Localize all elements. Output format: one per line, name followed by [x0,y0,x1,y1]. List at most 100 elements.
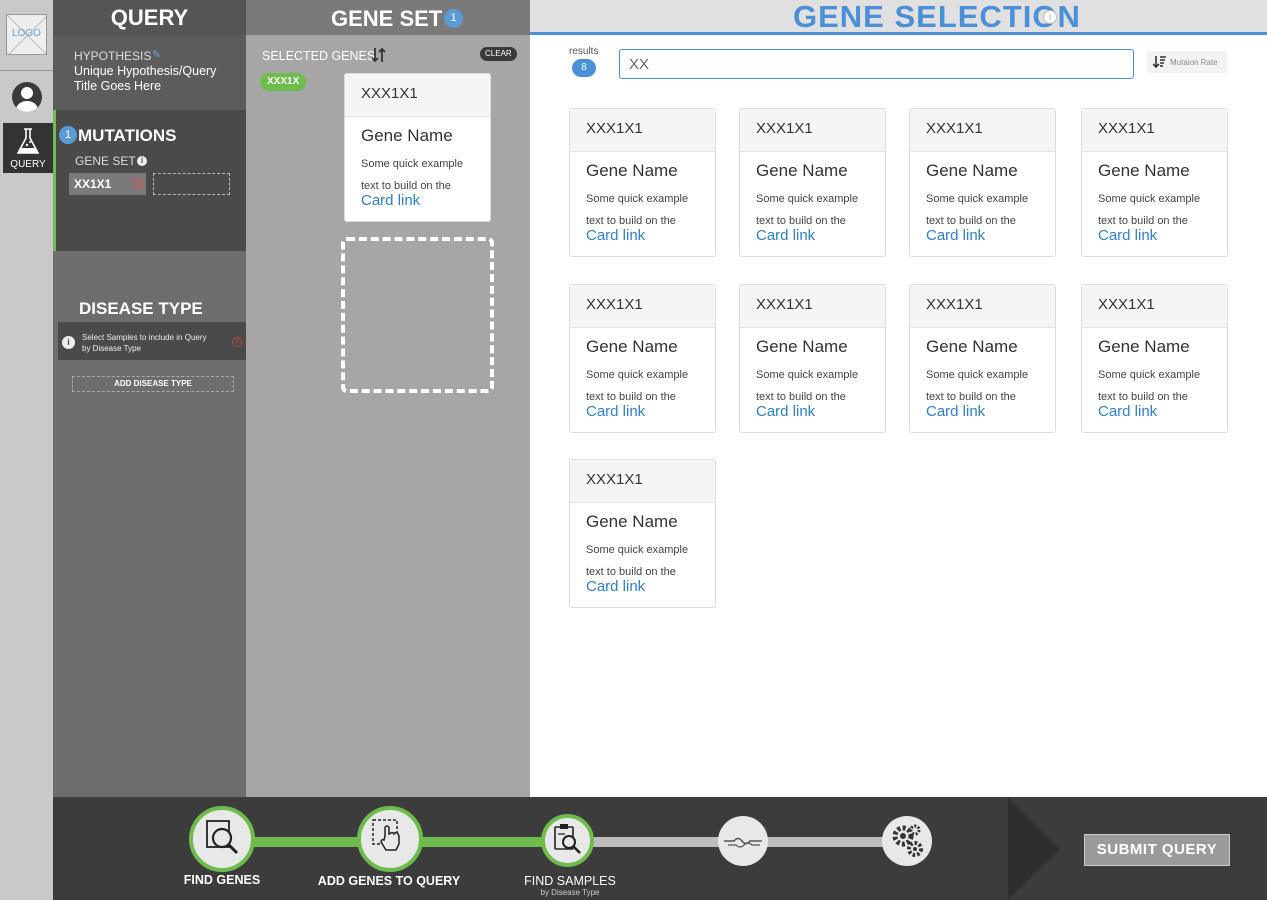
card-text-line: Some quick example [586,193,689,205]
mutations-title: MUTATIONS [78,126,177,145]
sort-icon [1153,56,1166,69]
card-title: Gene Name [586,161,678,180]
card-link[interactable]: Card link [926,403,985,420]
submit-query-button[interactable]: SUBMIT QUERY [1084,834,1230,866]
card-link[interactable]: Card link [756,403,815,420]
card-text-line: text to build on the [756,215,846,227]
gene-set-panel: GENE SET 1 SELECTED GENES CLEAR XXX1X XX… [246,0,530,797]
gene-card[interactable]: XXX1X1 Gene Name Some quick example text to… [569,459,716,608]
info-icon[interactable]: i [137,156,147,166]
gene-card[interactable]: XXX1X1 Gene Name Some quick example text to… [1081,108,1228,257]
card-text-line: Some quick example [1098,193,1201,205]
card-text-line: Some quick example [1098,369,1201,381]
rail-query-label: QUERY [10,159,46,170]
step-label: FIND SAMPLES [524,874,616,888]
card-title: Gene Name [586,512,678,531]
card-text: Some quick example text to build on the [586,364,711,408]
card-header: XXX1X1 [570,109,715,152]
gene-card[interactable]: XXX1X1 Gene Name Some quick example text to… [739,284,886,433]
card-header: XXX1X1 [1082,285,1227,328]
gene-preview-card[interactable]: XXX1X1 Gene Name Some quick example text… [344,73,491,222]
sort-icon[interactable] [372,47,386,63]
step-label: ADD GENES TO QUERY [317,874,461,888]
card-text-line: text to build on the [926,391,1016,403]
gene-set-chip-label: XX1X1 [74,177,112,191]
gene-set-title: GENE SET [331,6,443,31]
card-header: XXX1X1 [570,460,715,503]
card-header: XXX1X1 [910,109,1055,152]
progress-track-complete [420,837,547,847]
card-header: XXX1X1 [345,74,490,117]
card-header: XXX1X1 [570,285,715,328]
card-text-line: Some quick example [926,193,1029,205]
card-text-line: text to build on the [586,566,676,578]
card-text-line: Some quick example [361,158,464,170]
gene-card[interactable]: XXX1X1 Gene Name Some quick example text to… [1081,284,1228,433]
hypothesis-title: Unique Hypothesis/Query Title Goes Here [74,64,217,93]
selected-gene-chip[interactable]: XXX1X [260,73,307,91]
gene-card[interactable]: XXX1X1 Gene Name Some quick example text to… [909,284,1056,433]
mutations-count-badge: 1 [59,126,77,144]
card-link[interactable]: Card link [1098,403,1157,420]
gene-search-input[interactable] [619,49,1134,79]
card-text-line: text to build on the [586,391,676,403]
step-pipeline[interactable] [718,816,768,866]
step-add-genes[interactable] [357,806,423,872]
sort-by-mutation-rate-button[interactable]: Mutaion Rate [1147,51,1227,73]
gene-card[interactable]: XXX1X1 Gene Name Some quick example text to… [569,284,716,433]
avatar[interactable] [12,82,42,112]
left-rail: LOGO QUERY [0,0,53,900]
card-link[interactable]: Card link [586,227,645,244]
add-disease-type-button[interactable]: ADD DISEASE TYPE [72,376,234,392]
remove-icon[interactable]: ✕ [132,178,143,189]
user-icon [16,87,38,112]
card-title: Gene Name [756,337,848,356]
card-header: XXX1X1 [910,285,1055,328]
flask-icon [16,128,40,154]
gene-card[interactable]: XXX1X1 Gene Name Some quick example text to… [739,108,886,257]
gene-set-empty-slot[interactable] [153,173,230,195]
card-link[interactable]: Card link [586,403,645,420]
query-panel: QUERY HYPOTHESIS ✎ Unique Hypothesis/Que… [53,0,246,797]
add-genes-icon [372,819,400,851]
card-text: Some quick example text to build on the [1098,188,1223,232]
gears-icon [892,824,923,857]
info-icon[interactable]: i [1043,10,1057,24]
card-text: Some quick example text to build on the [756,188,881,232]
gene-selection-title: GENE SELECTION [793,0,1081,34]
card-link[interactable]: Card link [361,192,420,209]
disease-type-title: DISEASE TYPE [79,299,203,318]
card-title: Gene Name [926,337,1018,356]
logo[interactable]: LOGO [6,14,47,55]
card-title: Gene Name [1098,337,1190,356]
card-text: Some quick example text to build on the [586,539,711,583]
card-text: Some quick example text to build on the [926,188,1051,232]
card-title: Gene Name [361,126,453,145]
gene-card[interactable]: XXX1X1 Gene Name Some quick example text to… [909,108,1056,257]
pipeline-icon [724,837,762,848]
card-text-line: Some quick example [586,544,689,556]
card-title: Gene Name [1098,161,1190,180]
card-text: Some quick example text to build on the [926,364,1051,408]
card-text-line: text to build on the [926,215,1016,227]
gene-set-chip[interactable]: XX1X1 ✕ [69,173,146,195]
card-link[interactable]: Card link [756,227,815,244]
card-text: Some quick example text to build on the [1098,364,1223,408]
step-find-samples[interactable] [541,814,594,867]
clear-button[interactable]: CLEAR [480,47,517,61]
progress-track-complete [253,837,363,847]
gene-card[interactable]: XXX1X1 Gene Name Some quick example text to… [569,108,716,257]
card-title: Gene Name [756,161,848,180]
card-link[interactable]: Card link [1098,227,1157,244]
drop-zone[interactable] [341,237,494,393]
edit-pencil-icon[interactable]: ✎ [152,48,161,61]
hypothesis-section: HYPOTHESIS ✎ Unique Hypothesis/Query Tit… [53,35,246,110]
card-text-line: Some quick example [586,369,689,381]
card-link[interactable]: Card link [586,578,645,595]
close-icon[interactable]: ✕ [232,337,242,347]
card-link[interactable]: Card link [926,227,985,244]
rail-query-button[interactable]: QUERY [3,123,53,173]
step-find-genes[interactable] [189,806,255,872]
step-settings[interactable] [882,816,932,866]
find-genes-icon [206,820,239,855]
